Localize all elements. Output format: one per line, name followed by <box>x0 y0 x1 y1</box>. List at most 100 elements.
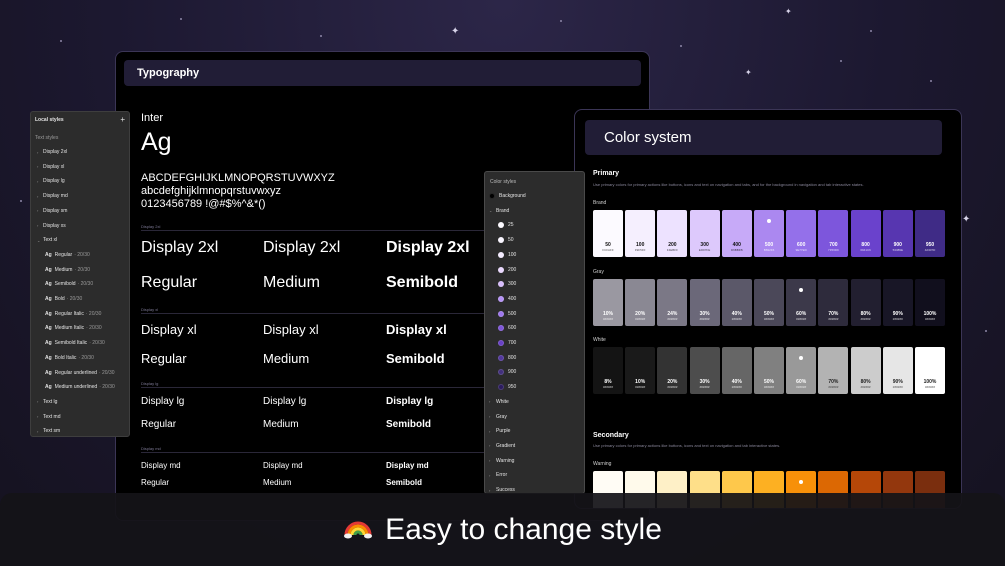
text-style-item[interactable]: Ag Semibold · 20/30 <box>45 280 125 288</box>
brand-label: Brand <box>593 200 607 206</box>
divider <box>141 452 486 453</box>
brand-swatch[interactable]: 200 F4EBFF <box>657 210 688 257</box>
text-styles-group[interactable]: Text styles <box>35 134 125 142</box>
white-swatch[interactable]: 30% ###### <box>689 347 720 394</box>
weight-medium: Medium <box>263 351 310 366</box>
color-style-item[interactable]: › White <box>489 398 580 406</box>
gray-swatch[interactable]: 70% ###### <box>818 279 849 326</box>
color-style-item[interactable]: ⌄ Brand <box>489 207 580 215</box>
brand-swatch[interactable]: 950 42307D <box>915 210 945 257</box>
text-style-item[interactable]: Ag Regular underlined · 20/30 <box>45 369 125 377</box>
color-style-item[interactable]: › Purple <box>489 427 580 435</box>
color-style-item[interactable]: 800 <box>498 354 580 362</box>
color-style-label: 200 <box>508 266 517 273</box>
style-group-row[interactable]: › Display sm <box>37 207 125 215</box>
color-style-item[interactable]: 25 <box>498 221 580 229</box>
style-group-row-expanded[interactable]: ⌄ Text xl <box>37 236 125 244</box>
white-swatch[interactable]: 10% ###### <box>625 347 656 394</box>
gray-swatch[interactable]: 40% ###### <box>721 279 752 326</box>
style-group-label: Display md <box>43 193 68 200</box>
gray-swatch[interactable]: 60% ###### <box>786 279 817 326</box>
text-style-item[interactable]: Ag Bold Italic · 20/30 <box>45 354 125 362</box>
white-swatch[interactable]: 70% ###### <box>818 347 849 394</box>
text-style-item[interactable]: Ag Bold · 20/30 <box>45 295 125 303</box>
text-style-item[interactable]: Ag Regular · 20/30 <box>45 251 125 259</box>
gray-swatch[interactable]: 50% ###### <box>754 279 784 326</box>
style-group-row[interactable]: › Display xs <box>37 222 125 230</box>
add-style-icon[interactable]: + <box>120 116 125 124</box>
white-swatch[interactable]: 80% ###### <box>850 347 881 394</box>
color-style-item[interactable]: 200 <box>498 266 580 274</box>
gray-label: Gray <box>593 269 604 275</box>
color-dot <box>498 251 504 258</box>
brand-swatch[interactable]: 600 9E77ED <box>786 210 817 257</box>
white-swatch[interactable]: 50% ###### <box>754 347 784 394</box>
weight-semibold: Semibold <box>386 478 423 487</box>
color-style-item[interactable]: 300 <box>498 280 580 288</box>
gray-swatch[interactable]: 90% ###### <box>882 279 913 326</box>
promo-banner: Easy to change style <box>0 493 1005 566</box>
gray-swatch[interactable]: 30% ###### <box>689 279 720 326</box>
brand-swatch[interactable]: 800 6941C6 <box>850 210 881 257</box>
style-group-row[interactable]: › Display xl <box>37 163 125 171</box>
swatch-hex: F4EBFF <box>666 248 678 252</box>
white-swatch[interactable]: 20% ###### <box>657 347 688 394</box>
style-group-row[interactable]: › Text sm <box>37 427 125 435</box>
color-style-item[interactable]: › Warning <box>489 457 580 465</box>
color-style-item[interactable]: › Error <box>489 471 580 479</box>
color-style-item[interactable]: › Gray <box>489 413 580 421</box>
white-swatch[interactable]: 100% ###### <box>915 347 945 394</box>
brand-swatch[interactable]: 700 7F56D9 <box>818 210 849 257</box>
color-style-item[interactable]: › Gradient <box>489 442 580 450</box>
color-style-label: Gray <box>496 413 507 420</box>
font-name: Inter <box>141 112 164 124</box>
color-style-item[interactable]: 500 <box>498 310 580 318</box>
weight-regular: Regular <box>141 351 187 366</box>
gray-swatch[interactable]: 20% ###### <box>625 279 656 326</box>
color-style-item[interactable]: 600 <box>498 324 580 332</box>
color-style-item[interactable]: 100 <box>498 251 580 259</box>
brand-swatch[interactable]: 300 E9D7FE <box>689 210 720 257</box>
gray-swatch[interactable]: 10% ###### <box>593 279 623 326</box>
color-system-title: Color system <box>604 129 692 146</box>
brand-swatch[interactable]: 100 F9F5FF <box>625 210 656 257</box>
color-style-item[interactable]: 700 <box>498 339 580 347</box>
typography-title: Typography <box>137 67 200 79</box>
color-dot <box>498 222 504 229</box>
brand-swatch[interactable]: 500 B692F6 <box>754 210 784 257</box>
text-style-item[interactable]: Ag Medium underlined · 20/30 <box>45 383 125 391</box>
style-group-row[interactable]: › Text lg <box>37 398 125 406</box>
style-group-row[interactable]: › Display md <box>37 192 125 200</box>
color-style-item[interactable]: 50 <box>498 236 580 244</box>
text-style-icon: Ag <box>45 325 52 332</box>
brand-swatch[interactable]: 900 53389E <box>882 210 913 257</box>
gray-swatch[interactable]: 24% ###### <box>657 279 688 326</box>
text-style-item[interactable]: Ag Medium · 20/30 <box>45 266 125 274</box>
brand-swatch[interactable]: 50 FCFAFF <box>593 210 623 257</box>
text-style-item[interactable]: Ag Semibold Italic · 20/30 <box>45 339 125 347</box>
white-swatch[interactable]: 40% ###### <box>721 347 752 394</box>
gray-swatch[interactable]: 80% ###### <box>850 279 881 326</box>
text-style-size: · 20/30 <box>74 251 90 258</box>
style-group-row[interactable]: › Text md <box>37 413 125 421</box>
white-swatch[interactable]: 60% ###### <box>786 347 817 394</box>
color-style-item[interactable]: 400 <box>498 295 580 303</box>
white-swatch[interactable]: 90% ###### <box>882 347 913 394</box>
style-group-row[interactable]: › Display 2xl <box>37 148 125 156</box>
text-style-name: Regular <box>54 251 73 258</box>
color-dot <box>498 237 504 244</box>
brand-swatch[interactable]: 400 D6BBFB <box>721 210 752 257</box>
color-style-label: 700 <box>508 340 517 346</box>
text-style-item[interactable]: Ag Medium Italic · 20/30 <box>45 324 125 332</box>
color-style-item[interactable]: 900 <box>498 368 580 376</box>
color-style-item[interactable]: Background <box>489 192 580 200</box>
white-swatch[interactable]: 8% ###### <box>593 347 623 394</box>
weight-semibold: Semibold <box>386 351 445 366</box>
star-dot <box>560 20 562 22</box>
style-group-label: Display xs <box>43 222 66 229</box>
text-style-item[interactable]: Ag Regular Italic · 20/30 <box>45 310 125 318</box>
color-style-item[interactable]: 950 <box>498 383 580 391</box>
section-label: Display xl <box>141 307 159 312</box>
gray-swatch[interactable]: 100% ###### <box>915 279 945 326</box>
style-group-row[interactable]: › Display lg <box>37 177 125 185</box>
